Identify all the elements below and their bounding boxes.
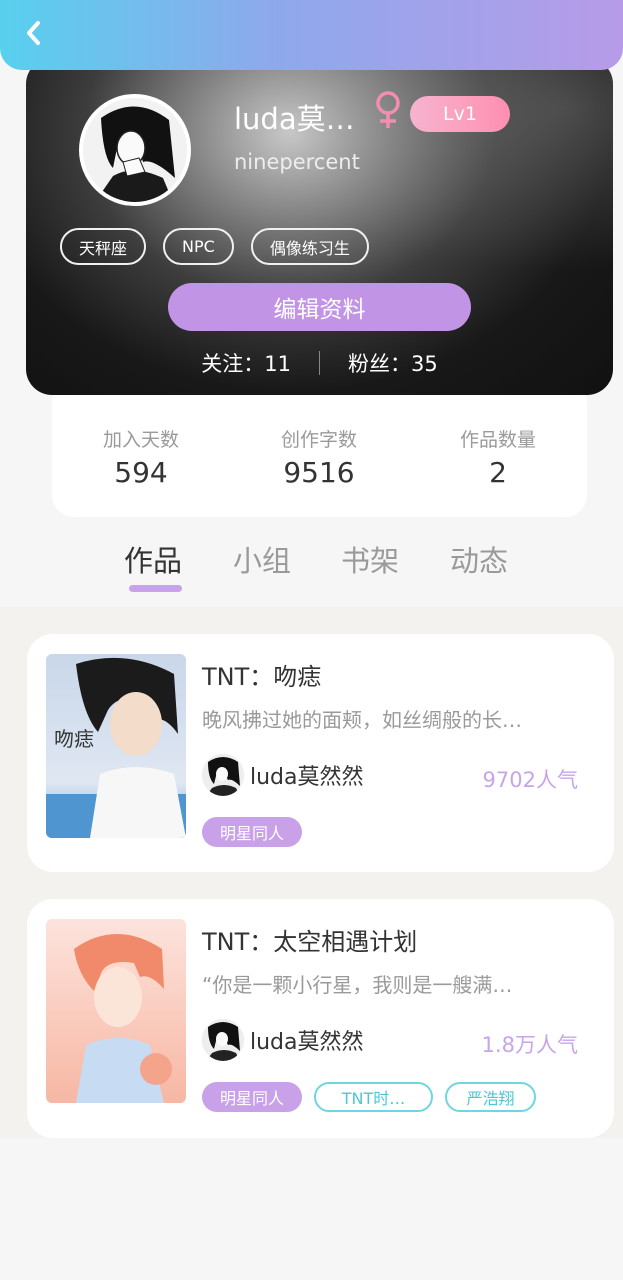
tab-works[interactable]: 作品 (124, 538, 182, 580)
back-button[interactable] (18, 18, 48, 48)
stat-label: 加入天数 (102, 429, 179, 451)
edit-profile-button[interactable]: 编辑资料 (168, 283, 471, 331)
author-name: luda莫然然 (250, 765, 364, 790)
work-title[interactable]: TNT：吻痣 (202, 657, 321, 692)
stat-value: 594 (114, 456, 168, 489)
top-bar (0, 0, 623, 70)
stat-value: 2 (489, 456, 507, 489)
work-tag[interactable]: 严浩翔 (445, 1082, 537, 1112)
tab-groups[interactable]: 小组 (233, 538, 291, 580)
tab-activity[interactable]: 动态 (450, 538, 508, 580)
profile-tag[interactable]: 天秤座 (60, 228, 147, 265)
stat-value: 9516 (283, 456, 355, 489)
username: luda莫… (234, 102, 355, 136)
svg-text:吻痣: 吻痣 (54, 727, 94, 751)
user-subtitle: ninepercent (234, 150, 360, 174)
stat-word-count: 创作字数 9516 (230, 425, 408, 489)
author-avatar (202, 1019, 244, 1061)
stats-card: 加入天数 594 创作字数 9516 作品数量 2 (52, 380, 587, 517)
stat-label: 创作字数 (280, 429, 357, 451)
profile-tag[interactable]: NPC (163, 228, 234, 265)
author-name: luda莫然然 (250, 1030, 364, 1055)
work-title[interactable]: TNT：太空相遇计划 (202, 922, 417, 957)
profile-tag[interactable]: 偶像练习生 (250, 228, 369, 265)
author-avatar (202, 754, 244, 796)
chevron-left-icon (27, 21, 40, 45)
following-count[interactable]: 关注：11 (201, 348, 291, 378)
avatar[interactable] (79, 94, 191, 206)
profile-header: luda莫… Lv1 ninepercent 天秤座 NPC 偶像练习生 编辑资… (26, 58, 613, 395)
female-icon (374, 90, 402, 134)
divider (319, 351, 320, 375)
work-popularity: 9702人气 (482, 768, 578, 792)
work-tags: 明星同人 (202, 817, 303, 847)
work-tag[interactable]: 明星同人 (202, 817, 303, 847)
profile-tags: 天秤座 NPC 偶像练习生 (60, 228, 369, 265)
follow-stats: 关注：11 粉丝：35 (26, 348, 613, 378)
work-popularity: 1.8万人气 (481, 1033, 578, 1057)
work-tag[interactable]: 明星同人 (202, 1082, 303, 1112)
work-card[interactable]: 吻痣 TNT：吻痣 晚风拂过她的面颊，如丝绸般的长… luda莫然然 9702人… (27, 634, 614, 872)
stat-works-count: 作品数量 2 (409, 425, 587, 489)
work-author[interactable]: luda莫然然 (202, 754, 364, 796)
level-badge: Lv1 (410, 96, 510, 132)
work-card[interactable]: TNT：太空相遇计划 “你是一颗小行星，我则是一艘满… luda莫然然 1.8万… (27, 899, 614, 1138)
followers-count[interactable]: 粉丝：35 (348, 348, 438, 378)
work-tag[interactable]: TNT时… (314, 1082, 434, 1112)
tab-indicator (129, 585, 182, 592)
work-description: “你是一颗小行星，我则是一艘满… (202, 973, 513, 997)
work-cover[interactable]: 吻痣 (46, 654, 186, 838)
stat-join-days: 加入天数 594 (52, 425, 230, 489)
work-author[interactable]: luda莫然然 (202, 1019, 364, 1061)
work-tags: 明星同人 TNT时… 严浩翔 (202, 1082, 537, 1112)
tab-bar: 作品 小组 书架 动态 (0, 520, 623, 607)
work-cover[interactable] (46, 919, 186, 1103)
stat-label: 作品数量 (459, 429, 536, 451)
tab-bookshelf[interactable]: 书架 (341, 538, 399, 580)
work-description: 晚风拂过她的面颊，如丝绸般的长… (202, 708, 522, 732)
